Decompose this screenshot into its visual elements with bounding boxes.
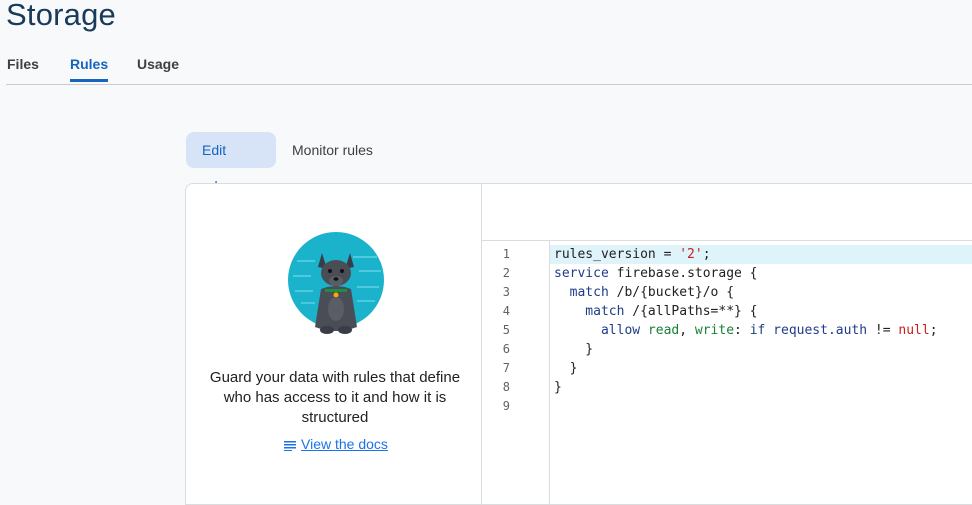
- code-token: read: [640, 323, 680, 338]
- code-token: if: [749, 323, 766, 338]
- line-number-gutter: 1 2 3 4 5 6 7 8 9: [482, 241, 550, 504]
- monitor-rules-button[interactable]: Monitor rules: [276, 132, 389, 168]
- code-line[interactable]: }: [550, 359, 972, 378]
- code-token: ;: [702, 247, 711, 262]
- code-token: request.auth: [765, 323, 868, 338]
- code-token: ,: [679, 323, 695, 338]
- line-number: 9: [502, 399, 510, 413]
- code-token: }: [554, 380, 562, 395]
- line-number: 5: [502, 323, 510, 337]
- code-token: !=: [867, 323, 899, 338]
- code-line[interactable]: allow read, write: if request.auth != nu…: [550, 321, 972, 340]
- code-token: }: [554, 342, 594, 357]
- tab-usage[interactable]: Usage: [137, 56, 179, 82]
- tab-bar: Files Rules Usage: [6, 48, 972, 85]
- code-token: match: [554, 285, 609, 300]
- line-number: 7: [502, 361, 510, 375]
- rules-intro-pane: Guard your data with rules that define w…: [186, 184, 482, 504]
- code-line[interactable]: service firebase.storage {: [550, 264, 972, 283]
- tab-rules[interactable]: Rules: [70, 56, 109, 82]
- line-number: 4: [502, 304, 510, 318]
- tab-files[interactable]: Files: [7, 56, 39, 82]
- line-number: 6: [502, 342, 510, 356]
- code-token: null: [898, 323, 930, 338]
- view-docs-link[interactable]: View the docs: [284, 436, 388, 452]
- line-number: 3: [502, 285, 510, 299]
- code-line[interactable]: }: [550, 340, 972, 359]
- edit-rules-button[interactable]: Edit rules: [186, 132, 276, 194]
- code-token: /b/{bucket}/o {: [608, 285, 735, 300]
- view-docs-label: View the docs: [301, 436, 388, 452]
- code-token: service: [554, 266, 609, 281]
- code-line[interactable]: }: [550, 378, 972, 397]
- code-token: ;: [929, 323, 938, 338]
- rules-code-editor[interactable]: rules_version = '2'; service firebase.sto…: [550, 245, 972, 504]
- code-token: match: [554, 304, 625, 319]
- rules-card: Guard your data with rules that define w…: [185, 183, 972, 505]
- line-number: 2: [502, 266, 510, 280]
- code-token: }: [554, 361, 578, 376]
- code-line[interactable]: rules_version = '2';: [550, 245, 972, 264]
- code-token: write: [694, 323, 735, 338]
- code-token: rules_version =: [554, 247, 680, 262]
- code-line[interactable]: match /b/{bucket}/o {: [550, 283, 972, 302]
- code-line[interactable]: [550, 397, 972, 416]
- code-token: :: [734, 323, 750, 338]
- docs-list-icon: [284, 441, 296, 452]
- line-number: 8: [502, 380, 510, 394]
- code-token: /{allPaths=**} {: [624, 304, 758, 319]
- code-token: firebase.storage {: [608, 266, 758, 281]
- line-number: 1: [502, 247, 510, 261]
- editor-toolbar: [482, 184, 972, 241]
- guard-dog-illustration: [287, 231, 385, 341]
- rules-description: Guard your data with rules that define w…: [209, 369, 461, 426]
- code-token: '2': [679, 247, 703, 262]
- code-line[interactable]: match /{allPaths=**} {: [550, 302, 972, 321]
- code-token: allow: [554, 323, 641, 338]
- page-title: Storage: [6, 0, 116, 32]
